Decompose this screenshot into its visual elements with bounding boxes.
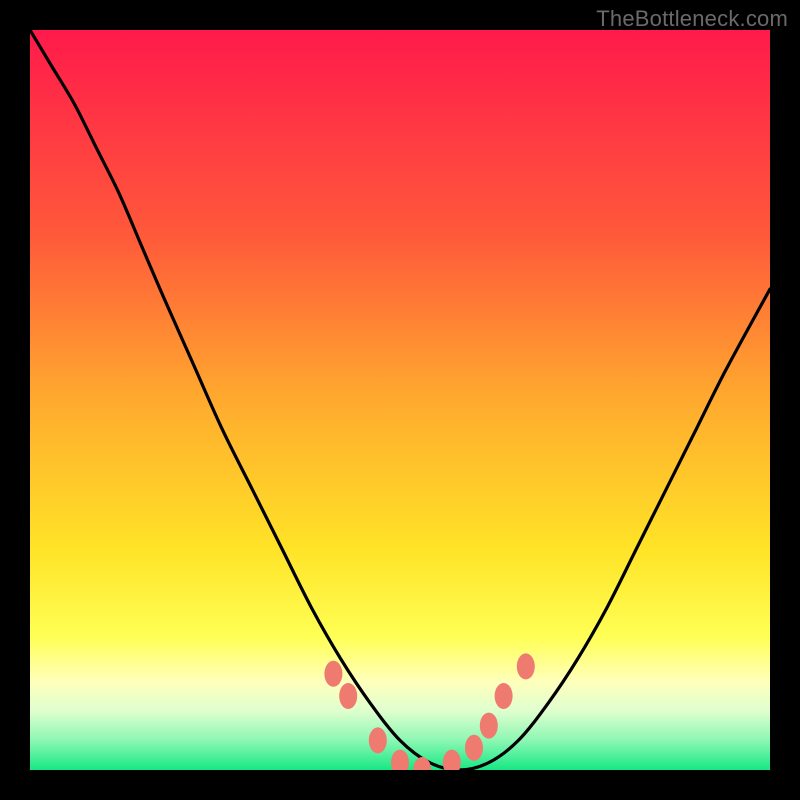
trough-dot <box>443 750 461 770</box>
curve-layer <box>30 30 770 770</box>
trough-dot <box>465 735 483 761</box>
trough-dot <box>324 661 342 687</box>
plot-area <box>30 30 770 770</box>
bottleneck-curve <box>30 30 770 770</box>
trough-dot <box>517 653 535 679</box>
chart-frame: TheBottleneck.com <box>0 0 800 800</box>
trough-dot <box>391 750 409 770</box>
trough-dot <box>495 683 513 709</box>
trough-dot <box>339 683 357 709</box>
watermark-text: TheBottleneck.com <box>596 6 788 32</box>
trough-dot <box>369 727 387 753</box>
trough-dot <box>480 713 498 739</box>
trough-dot <box>413 757 431 770</box>
